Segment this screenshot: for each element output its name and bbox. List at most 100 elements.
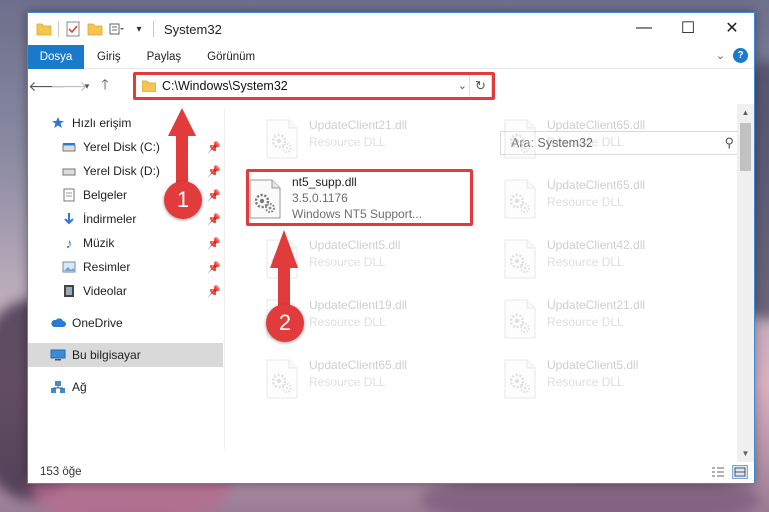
new-folder-icon[interactable] <box>87 21 103 37</box>
pictures-icon <box>61 259 77 275</box>
pin-icon: 📌 <box>207 165 221 178</box>
sidebar-item-network[interactable]: Ağ <box>28 375 223 399</box>
dll-file-icon <box>503 239 539 279</box>
file-name: UpdateClient65.dll <box>547 118 646 132</box>
folder-icon <box>36 21 52 37</box>
item-count: 153 öğe <box>40 466 82 478</box>
cloud-icon <box>50 315 66 331</box>
file-description: Resource DLL <box>309 135 386 149</box>
pane-divider <box>224 109 225 449</box>
scroll-thumb[interactable] <box>740 123 751 171</box>
file-item[interactable]: UpdateClient21.dll Resource DLL <box>503 295 733 345</box>
file-description: Resource DLL <box>547 195 624 209</box>
scroll-down-icon[interactable]: ▼ <box>737 445 754 462</box>
recent-locations-icon[interactable]: ▾ <box>80 75 94 97</box>
step-badge-2: 2 <box>266 304 304 342</box>
pin-icon: 📌 <box>207 213 221 226</box>
sidebar-item-pictures[interactable]: Resimler 📌 <box>28 255 223 279</box>
help-button[interactable]: ? <box>733 48 748 63</box>
large-icons-view-icon[interactable] <box>732 465 748 479</box>
customize-toolbar-icon[interactable] <box>109 21 125 37</box>
refresh-icon[interactable]: ↻ <box>469 75 491 97</box>
maximize-button[interactable]: ☐ <box>666 13 710 43</box>
sidebar-item-disk-d[interactable]: Yerel Disk (D:) 📌 <box>28 159 223 183</box>
dropdown-arrow-icon[interactable]: ▾ <box>131 21 147 37</box>
file-name: UpdateClient5.dll <box>309 238 401 252</box>
sidebar-item-quick-access[interactable]: Hızlı erişim <box>28 111 223 135</box>
file-item[interactable]: UpdateClient65.dll Resource DLL <box>265 355 495 405</box>
file-list: UpdateClient21.dll Resource DLL UpdateCli… <box>233 109 738 464</box>
address-bar[interactable]: C:\Windows\System32 ⌄ ↻ <box>135 74 492 98</box>
file-item-nt5-supp[interactable]: nt5_supp.dll 3.5.0.1176 Windows NT5 Supp… <box>248 175 478 225</box>
quick-access-toolbar: ▾ <box>36 21 154 37</box>
file-description: Resource DLL <box>309 315 386 329</box>
up-button[interactable]: 🡑 <box>94 75 116 97</box>
dll-file-icon <box>265 239 301 279</box>
dll-file-icon <box>248 179 284 219</box>
drive-icon <box>61 163 77 179</box>
window-controls: — ☐ ✕ <box>622 13 754 43</box>
file-description: Resource DLL <box>547 135 624 149</box>
sidebar-item-videos[interactable]: Videolar 📌 <box>28 279 223 303</box>
file-item[interactable]: UpdateClient65.dll Resource DLL <box>503 175 733 225</box>
file-item[interactable]: UpdateClient21.dll Resource DLL <box>265 115 495 165</box>
sidebar-item-label: OneDrive <box>72 316 123 330</box>
tab-dosya[interactable]: Dosya <box>28 44 84 69</box>
navigation-bar: 🡐 🡒 ▾ 🡑 C:\Windows\System32 ⌄ ↻ Ara: Sys… <box>28 70 754 155</box>
file-description: Resource DLL <box>309 375 386 389</box>
video-icon <box>61 283 77 299</box>
window-title: System32 <box>164 21 222 37</box>
tab-giris[interactable]: Giriş <box>84 45 134 69</box>
dll-file-icon <box>503 119 539 159</box>
dll-file-icon <box>503 359 539 399</box>
close-button[interactable]: ✕ <box>710 13 754 43</box>
title-bar: ▾ System32 — ☐ ✕ <box>28 13 754 45</box>
sidebar-item-label: Ağ <box>72 380 87 394</box>
file-name: UpdateClient19.dll <box>309 298 408 312</box>
sidebar-item-disk-c[interactable]: Yerel Disk (C:) 📌 <box>28 135 223 159</box>
properties-icon[interactable] <box>65 21 81 37</box>
tab-gorunum[interactable]: Görünüm <box>194 45 268 69</box>
file-name: UpdateClient42.dll <box>547 238 646 252</box>
pin-icon: 📌 <box>207 261 221 274</box>
folder-icon <box>142 80 156 92</box>
file-description: Windows NT5 Support... <box>292 207 423 221</box>
tab-paylas[interactable]: Paylaş <box>134 45 195 69</box>
file-name: nt5_supp.dll <box>292 175 357 189</box>
file-item[interactable]: UpdateClient5.dll Resource DLL <box>265 235 495 285</box>
minimize-button[interactable]: — <box>622 13 666 43</box>
sidebar-item-label: Bu bilgisayar <box>72 348 141 362</box>
sidebar-item-label: Hızlı erişim <box>72 116 132 130</box>
dll-file-icon <box>503 299 539 339</box>
file-name: UpdateClient5.dll <box>547 358 639 372</box>
sidebar-item-onedrive[interactable]: OneDrive <box>28 311 223 335</box>
file-name: UpdateClient65.dll <box>309 358 408 372</box>
pin-icon: 📌 <box>207 141 221 154</box>
file-description: Resource DLL <box>547 375 624 389</box>
pin-icon: 📌 <box>207 237 221 250</box>
ribbon-right: ⌄ ? <box>716 48 748 63</box>
separator <box>58 21 59 37</box>
sidebar-item-label: Belgeler <box>83 188 128 202</box>
pin-icon: 📌 <box>207 189 221 202</box>
ribbon-tabs: Dosya Giriş Paylaş Görünüm ⌄ ? <box>28 44 754 69</box>
file-item[interactable]: UpdateClient5.dll Resource DLL <box>503 355 733 405</box>
sidebar-item-label: Müzik <box>83 236 115 250</box>
file-item[interactable]: UpdateClient42.dll Resource DLL <box>503 235 733 285</box>
scroll-up-icon[interactable]: ▲ <box>737 104 754 121</box>
details-view-icon[interactable] <box>710 465 726 479</box>
address-dropdown-icon[interactable]: ⌄ <box>458 79 467 92</box>
file-item[interactable]: UpdateClient65.dll Resource DLL <box>503 115 733 165</box>
forward-button[interactable]: 🡒 <box>50 75 88 97</box>
sidebar-item-label: İndirmeler <box>83 212 137 226</box>
expand-ribbon-icon[interactable]: ⌄ <box>716 49 725 62</box>
vertical-scrollbar[interactable]: ▲ ▼ <box>737 104 754 462</box>
dll-file-icon <box>503 179 539 219</box>
view-switcher <box>710 465 748 479</box>
drive-icon <box>61 139 77 155</box>
navigation-pane: Hızlı erişim Yerel Disk (C:) 📌 Yerel Dis… <box>28 109 223 465</box>
address-path[interactable]: C:\Windows\System32 <box>162 79 288 93</box>
sidebar-item-music[interactable]: ♪ Müzik 📌 <box>28 231 223 255</box>
sidebar-item-this-pc[interactable]: Bu bilgisayar <box>28 343 223 367</box>
download-icon <box>61 211 77 227</box>
